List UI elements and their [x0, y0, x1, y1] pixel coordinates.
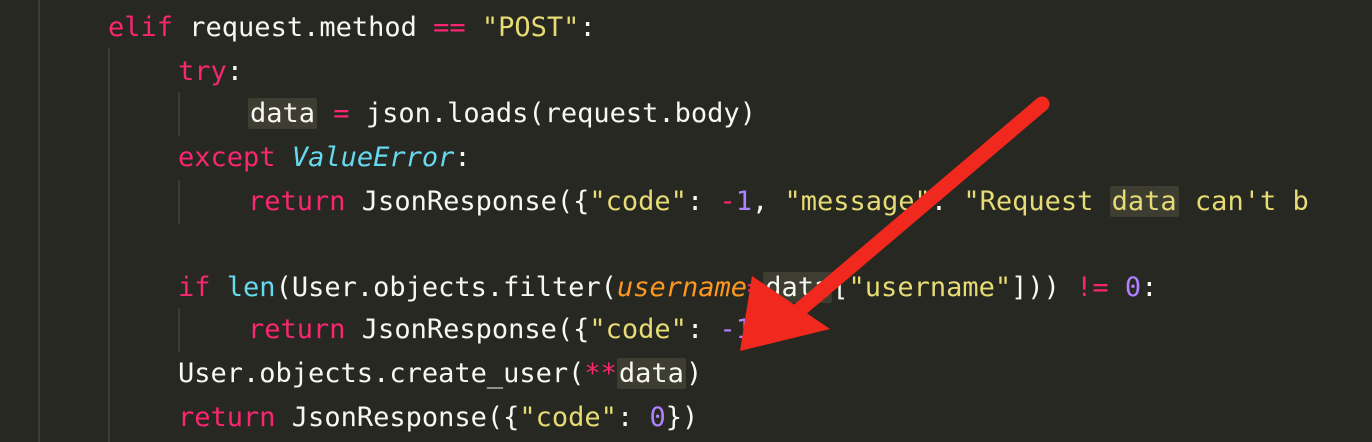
- number-literal: 0: [649, 402, 666, 433]
- code-text: ])): [1011, 272, 1077, 303]
- code-line[interactable]: return JsonResponse({"code": -1, "messag…: [248, 182, 1309, 222]
- keyword-return: return: [248, 314, 346, 345]
- code-text: JsonResponse({: [345, 314, 590, 345]
- indent-guide: [178, 92, 180, 136]
- string-literal: "code": [589, 314, 687, 345]
- code-line[interactable]: try:: [178, 52, 243, 92]
- code-text: :: [579, 12, 596, 43]
- operator: **: [584, 358, 617, 389]
- code-text: [: [832, 272, 849, 303]
- keyword-return: return: [248, 186, 346, 217]
- exception-class: ValueError: [291, 142, 455, 173]
- code-text: JsonResponse({: [345, 186, 590, 217]
- code-text: }): [665, 402, 699, 433]
- string-literal: "code": [589, 186, 687, 217]
- code-text: :: [686, 314, 720, 345]
- highlighted-variable: data: [1109, 186, 1179, 217]
- keyword-elif: elif: [108, 12, 174, 43]
- operator: =: [746, 272, 764, 303]
- string-literal: "code": [519, 402, 617, 433]
- keyword-argument: username: [616, 272, 747, 303]
- highlighted-variable: data: [248, 98, 318, 129]
- number-literal: -1: [719, 314, 752, 345]
- code-line[interactable]: User.objects.create_user(**data): [178, 354, 702, 394]
- code-line[interactable]: elif request.method == "POST":: [108, 8, 596, 48]
- code-text: :: [1141, 272, 1158, 303]
- code-line[interactable]: except ValueError:: [178, 138, 471, 178]
- string-literal: "Request: [963, 186, 1110, 217]
- code-text: json.loads(request.body): [349, 98, 756, 129]
- keyword-try: try: [178, 56, 227, 87]
- code-text: JsonResponse({: [275, 402, 520, 433]
- code-line[interactable]: data = json.loads(request.body): [248, 94, 756, 134]
- string-literal: can't b: [1178, 186, 1309, 217]
- code-text: ,: [751, 186, 785, 217]
- code-text: User.objects.create_user(: [178, 358, 585, 389]
- code-text: request.method: [173, 12, 434, 43]
- operator: -: [719, 186, 736, 217]
- indent-guide: [38, 0, 40, 442]
- code-text: (User.objects.filter(: [275, 272, 617, 303]
- code-text: :: [686, 186, 720, 217]
- string-literal: "username": [848, 272, 1012, 303]
- indent-guide: [108, 48, 110, 442]
- operator: !=: [1076, 272, 1109, 303]
- highlighted-variable: data: [763, 272, 833, 303]
- code-text: :: [454, 142, 471, 173]
- string-literal: "POST": [481, 12, 580, 43]
- code-text: :: [226, 56, 244, 87]
- indent-guide: [178, 308, 180, 352]
- code-line[interactable]: if len(User.objects.filter(username=data…: [178, 268, 1157, 308]
- code-text: :: [616, 402, 650, 433]
- keyword-except: except: [178, 142, 276, 173]
- builtin-function: len: [226, 272, 276, 303]
- number-literal: 0: [1124, 272, 1142, 303]
- number-literal: 1: [735, 186, 752, 217]
- keyword-if: if: [178, 272, 211, 303]
- code-text: ): [685, 358, 703, 389]
- code-line[interactable]: return JsonResponse({"code": 0}): [178, 398, 698, 438]
- keyword-return: return: [178, 402, 276, 433]
- operator: =: [333, 98, 350, 129]
- string-literal: "message": [784, 186, 931, 217]
- code-text: :: [930, 186, 964, 217]
- code-editor[interactable]: elif request.method == "POST": try: data…: [0, 0, 1372, 442]
- highlighted-variable: data: [616, 358, 686, 389]
- indent-guide: [178, 180, 180, 224]
- code-line[interactable]: return JsonResponse({"code": -1: [248, 310, 752, 350]
- operator: ==: [433, 12, 466, 43]
